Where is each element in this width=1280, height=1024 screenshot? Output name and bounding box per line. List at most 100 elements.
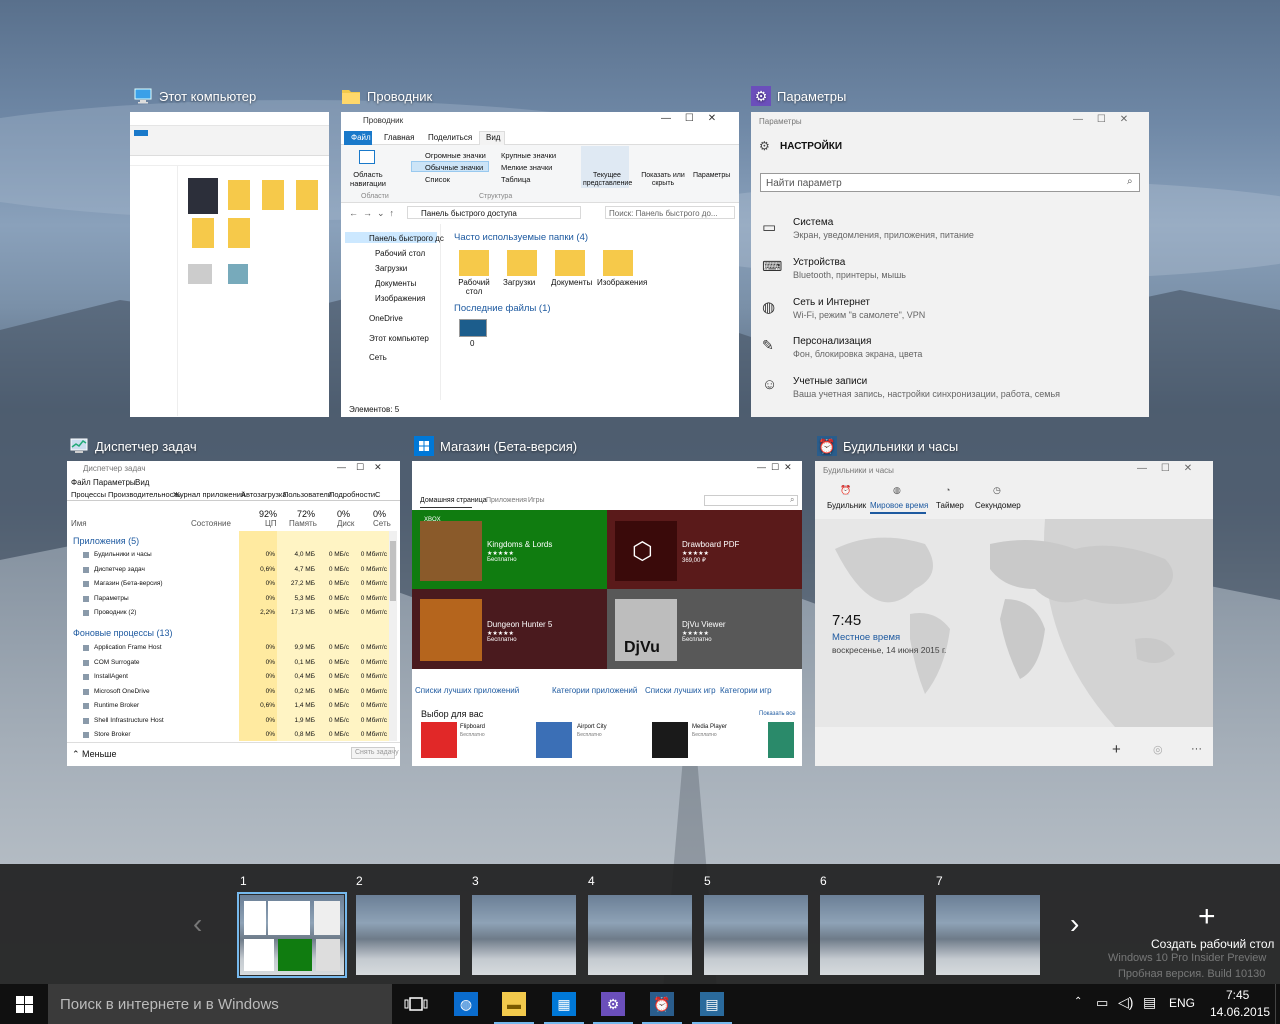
nav-network[interactable]: Сеть — [369, 353, 387, 362]
tm-tab-services[interactable]: С — [375, 490, 380, 499]
recent-file[interactable]: 0 — [470, 339, 474, 348]
search-icon[interactable]: ⌕ — [1127, 176, 1133, 187]
nav-quick-access[interactable]: Панель быстрого дс — [369, 234, 444, 243]
ribbon-tab-file[interactable]: Файл — [351, 133, 371, 142]
tm-process-name[interactable]: COM Surrogate — [94, 659, 140, 666]
view-small-icons[interactable]: Мелкие значки — [501, 163, 552, 172]
store-nav-games[interactable]: Игры — [528, 497, 545, 504]
tm-col-net[interactable]: Сеть — [373, 519, 391, 528]
window-label-alarms[interactable]: ⏰ Будильники и часы — [817, 436, 958, 456]
notification-icon[interactable]: ▤ — [1143, 994, 1156, 1011]
nav-downloads[interactable]: Загрузки — [375, 264, 407, 273]
taskbar-settings[interactable]: ⚙ — [589, 984, 637, 1024]
task-view-button[interactable] — [392, 984, 440, 1024]
ribbon-tab-home[interactable]: Главная — [384, 133, 414, 142]
window-label-settings[interactable]: ⚙ Параметры — [751, 86, 846, 106]
taskbar-search-input[interactable]: Поиск в интернете и в Windows — [60, 996, 279, 1013]
add-icon[interactable]: + — [1112, 741, 1121, 758]
tm-process-name[interactable]: Runtime Broker — [94, 702, 139, 709]
nav-arrows[interactable]: ← → ⌄ ↑ — [349, 208, 394, 219]
current-view-button[interactable]: Текущее представление — [583, 172, 632, 188]
nav-documents[interactable]: Документы — [375, 279, 416, 288]
tm-process-name[interactable]: Магазин (Бета-версия) — [94, 580, 163, 587]
store-pick-name[interactable]: Flipboard — [460, 724, 485, 730]
task-manager-thumbnail[interactable]: Диспетчер задач — ☐ ✕ Файл Параметры Вид… — [67, 461, 400, 766]
tm-process-name[interactable]: Store Broker — [94, 731, 131, 738]
recent-files-header[interactable]: Последние файлы (1) — [454, 303, 551, 314]
more-icon[interactable]: ··· — [1191, 743, 1202, 755]
settings-thumbnail[interactable]: Параметры — ☐ ✕ ⚙ НАСТРОЙКИ Найти параме… — [751, 112, 1149, 417]
explorer-thumbnail[interactable]: Проводник — ☐ ✕ Файл Главная Поделиться … — [341, 112, 739, 417]
world-clock-label[interactable]: Местное время — [832, 632, 900, 643]
show-desktop-button[interactable] — [1275, 984, 1280, 1024]
tm-process-name[interactable]: InstallAgent — [94, 673, 128, 680]
tm-menu-options[interactable]: Параметры — [93, 478, 136, 487]
network-icon[interactable]: ▭ — [1096, 995, 1108, 1011]
tm-process-name[interactable]: Диспетчер задач — [94, 566, 145, 573]
nav-pane-button[interactable]: Область навигации — [345, 170, 391, 188]
alarms-thumbnail[interactable]: Будильники и часы — ☐ ✕ ⏰ Будильник ◍ Ми… — [815, 461, 1213, 766]
store-thumbnail[interactable]: — ☐ ✕ Домашняя страница Приложения Игры … — [412, 461, 802, 766]
start-button[interactable] — [0, 984, 48, 1024]
tm-menu-file[interactable]: Файл — [71, 478, 91, 487]
folder-desktop[interactable]: Рабочий стол — [454, 278, 494, 296]
tm-tab-details[interactable]: Подробности — [329, 490, 375, 499]
settings-item-title[interactable]: Персонализация — [793, 336, 871, 347]
window-label-this-pc[interactable]: Этот компьютер — [133, 86, 256, 106]
taskbar-edge[interactable]: ◍ — [442, 984, 490, 1024]
desktop-thumbnail[interactable] — [936, 895, 1040, 975]
tm-col-state[interactable]: Состояние — [191, 519, 231, 528]
alarms-tab-stopwatch[interactable]: Секундомер — [975, 501, 1021, 510]
view-huge-icons[interactable]: Огромные значки — [425, 151, 486, 160]
taskbar-alarms[interactable]: ⏰ — [638, 984, 686, 1024]
store-link[interactable]: Категории игр — [720, 686, 772, 695]
nav-this-pc[interactable]: Этот компьютер — [369, 334, 429, 343]
ribbon-tab-view[interactable]: Вид — [486, 133, 500, 142]
tm-tab-history[interactable]: Журнал приложений — [173, 490, 245, 499]
tm-tab-processes[interactable]: Процессы — [71, 490, 106, 499]
frequent-folders-header[interactable]: Часто используемые папки (4) — [454, 232, 588, 243]
settings-item-title[interactable]: Сеть и Интернет — [793, 297, 870, 308]
tm-process-name[interactable]: Shell Infrastructure Host — [94, 717, 164, 724]
compare-icon[interactable]: ◎ — [1153, 743, 1163, 756]
nav-pictures[interactable]: Изображения — [375, 294, 425, 303]
window-label-store[interactable]: Магазин (Бета-версия) — [414, 436, 577, 456]
settings-item-title[interactable]: Устройства — [793, 257, 845, 268]
settings-item-title[interactable]: Система — [793, 217, 833, 228]
view-table[interactable]: Таблица — [501, 175, 530, 184]
taskbar-explorer[interactable]: ▬ — [490, 984, 538, 1024]
search-box[interactable]: Поиск: Панель быстрого до... — [609, 209, 718, 218]
nav-desktop[interactable]: Рабочий стол — [375, 249, 425, 258]
view-list[interactable]: Список — [425, 175, 450, 184]
desktop-thumbnail-active[interactable] — [237, 892, 347, 978]
desktop-thumbnail[interactable] — [356, 895, 460, 975]
tm-process-name[interactable]: Microsoft OneDrive — [94, 688, 150, 695]
this-pc-thumbnail[interactable] — [130, 112, 329, 417]
tm-apps-header[interactable]: Приложения (5) — [73, 536, 139, 546]
alarms-tab-timer[interactable]: Таймер — [936, 501, 964, 510]
tm-col-name[interactable]: Имя — [71, 519, 87, 528]
view-normal-icons[interactable]: Обычные значки — [425, 163, 483, 172]
tm-process-name[interactable]: Проводник (2) — [94, 609, 136, 616]
desktop-thumbnail[interactable] — [820, 895, 924, 975]
folder-pictures[interactable]: Изображения — [597, 278, 647, 287]
plus-icon[interactable]: + — [1198, 902, 1216, 932]
taskbar-store[interactable]: ▦ — [540, 984, 588, 1024]
desktop-thumbnail[interactable] — [588, 895, 692, 975]
store-link[interactable]: Категории приложений — [552, 686, 637, 695]
show-hide-button[interactable]: Показать или скрыть — [639, 172, 687, 188]
search-icon[interactable]: ⌕ — [790, 495, 794, 505]
ribbon-tab-share[interactable]: Поделиться — [428, 133, 472, 142]
store-pick-name[interactable]: Media Player — [692, 724, 727, 730]
window-label-explorer[interactable]: Проводник — [341, 86, 432, 106]
tm-process-name[interactable]: Будильники и часы — [94, 551, 152, 558]
tm-tab-performance[interactable]: Производительность — [108, 490, 181, 499]
alarms-tab-alarm[interactable]: Будильник — [827, 501, 866, 510]
clock-time[interactable]: 7:45 — [1226, 988, 1249, 1002]
alarms-tab-world[interactable]: Мировое время — [870, 501, 928, 510]
nav-onedrive[interactable]: OneDrive — [369, 314, 403, 323]
tm-end-task-button[interactable]: Снять задачу — [355, 749, 399, 756]
taskbar-task-manager[interactable]: ▤ — [688, 984, 736, 1024]
tm-process-name[interactable]: Параметры — [94, 595, 129, 602]
store-nav-apps[interactable]: Приложения — [486, 497, 527, 504]
